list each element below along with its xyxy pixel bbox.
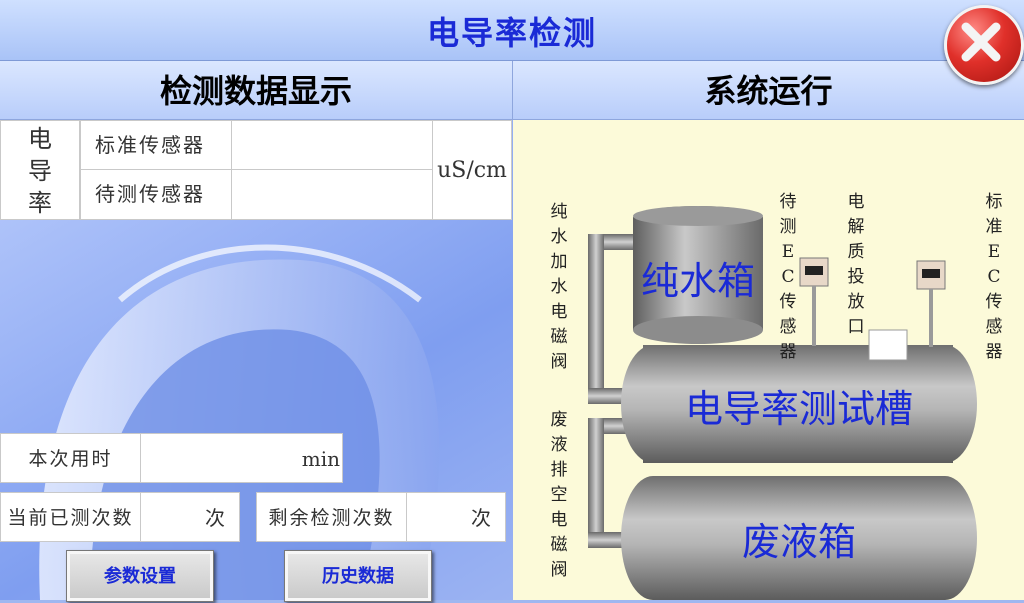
system-diagram-panel: 纯水箱 电导率测试槽 废液箱 纯水加水电磁阀 废液排空电磁阀 待测EC传感器 电… [513, 120, 1024, 600]
test-sensor-label-vertical: 待测EC传感器 [779, 192, 797, 362]
waste-valve-label: 废液排空电磁阀 [550, 410, 568, 580]
conductivity-table: 电导率 标准传感器 待测传感器 uS/cm [0, 120, 512, 220]
test-tank-label: 电导率测试槽 [684, 389, 913, 431]
standard-sensor-label: 标准传感器 [80, 120, 232, 170]
close-button[interactable] [944, 5, 1024, 85]
tests-remaining-label: 剩余检测次数 [256, 492, 407, 542]
waste-tank-label: 废液箱 [741, 522, 856, 564]
close-x-icon [961, 22, 1001, 62]
settings-button[interactable]: 参数设置 [66, 550, 214, 602]
elapsed-time-label: 本次用时 [0, 433, 141, 483]
tests-remaining-value: 次 [406, 492, 506, 542]
test-sensor-label: 待测传感器 [80, 169, 232, 220]
elapsed-time-value: min [140, 433, 343, 483]
tests-done-label: 当前已测次数 [0, 492, 141, 542]
dosing-port-label: 电解质投放口 [847, 192, 865, 337]
standard-sensor-value [231, 120, 433, 170]
conductivity-label: 电导率 [0, 120, 80, 220]
title-bar: 电导率检测 [0, 0, 1024, 61]
conductivity-label-text: 电导率 [28, 125, 52, 217]
conductivity-unit: uS/cm [432, 120, 512, 220]
dosing-port [868, 329, 908, 361]
test-sensor-icon [799, 257, 829, 346]
tests-done-value: 次 [140, 492, 240, 542]
standard-sensor-icon [916, 260, 946, 347]
pure-tank-label: 纯水箱 [640, 261, 755, 303]
test-sensor-value [231, 169, 433, 220]
pure-valve-label: 纯水加水电磁阀 [550, 202, 568, 372]
standard-sensor-label-vertical: 标准EC传感器 [985, 192, 1003, 362]
app-title: 电导率检测 [426, 14, 597, 52]
section-header-data: 检测数据显示 [0, 61, 513, 120]
history-button[interactable]: 历史数据 [284, 550, 432, 602]
section-header-system: 系统运行 [513, 61, 1024, 120]
